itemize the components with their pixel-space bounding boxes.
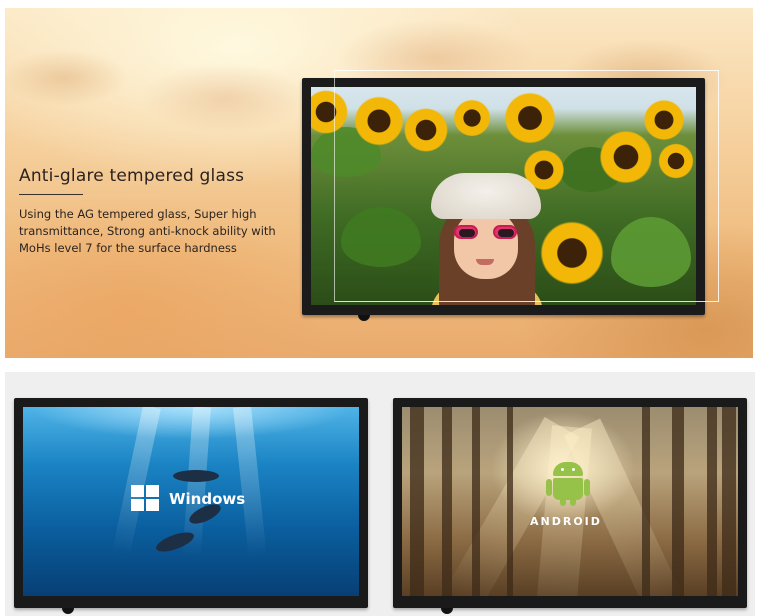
hero-description: Using the AG tempered glass, Super high … xyxy=(19,207,276,255)
android-screen-image: ANDROID xyxy=(402,407,738,596)
windows-display: Windows xyxy=(14,398,368,614)
windows-logo-icon xyxy=(131,485,161,513)
android-robot-icon xyxy=(546,462,590,506)
windows-screen-image: Windows xyxy=(23,407,359,596)
android-label: ANDROID xyxy=(530,515,602,528)
windows-label: Windows xyxy=(169,490,246,508)
tempered-glass-outline xyxy=(334,70,719,302)
hero-title-underline xyxy=(19,194,83,195)
android-display: ANDROID xyxy=(393,398,747,614)
hero-title: Anti-glare tempered glass xyxy=(19,166,245,186)
